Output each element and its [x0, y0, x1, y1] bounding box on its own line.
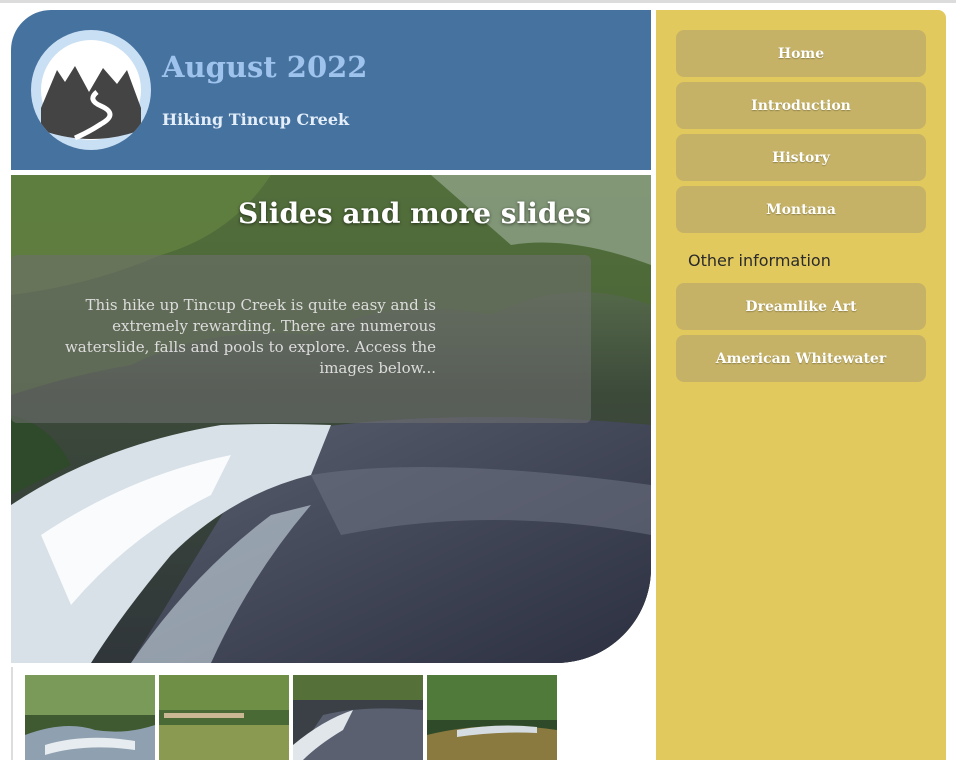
link-dreamlike-art-button[interactable]: Dreamlike Art [676, 283, 926, 330]
nav-history-button[interactable]: History [676, 134, 926, 181]
top-border [0, 0, 956, 3]
nav-montana-button[interactable]: Montana [676, 186, 926, 233]
nav-home-label: Home [777, 45, 825, 62]
thumbnail-divider [11, 667, 13, 760]
page-title: August 2022 [162, 50, 368, 84]
hero-text-panel: This hike up Tincup Creek is quite easy … [11, 255, 591, 423]
page-subtitle: Hiking Tincup Creek [162, 110, 350, 129]
thumbnail-2[interactable] [159, 675, 289, 760]
hero-image: Slides and more slides This hike up Tinc… [11, 175, 651, 663]
thumbnail-1[interactable] [25, 675, 155, 760]
mountain-river-icon[interactable] [31, 30, 151, 150]
hero-text: This hike up Tincup Creek is quite easy … [64, 296, 436, 377]
nav-introduction-button[interactable]: Introduction [676, 82, 926, 129]
hero-heading: Slides and more slides [237, 197, 591, 230]
link-american-whitewater-label: American Whitewater [715, 350, 887, 367]
nav-home-button[interactable]: Home [676, 30, 926, 77]
sidebar: Home Introduction History Montana Other … [656, 10, 946, 760]
link-american-whitewater-button[interactable]: American Whitewater [676, 335, 926, 382]
nav-montana-label: Montana [766, 201, 836, 218]
link-dreamlike-art-label: Dreamlike Art [745, 298, 857, 315]
site-header: August 2022 Hiking Tincup Creek [11, 10, 651, 170]
thumbnail-3[interactable] [293, 675, 423, 760]
thumbnail-strip [25, 675, 565, 760]
nav-introduction-label: Introduction [751, 97, 851, 114]
nav-history-label: History [772, 149, 830, 166]
thumbnail-4[interactable] [427, 675, 557, 760]
other-information-heading: Other information [688, 251, 831, 270]
